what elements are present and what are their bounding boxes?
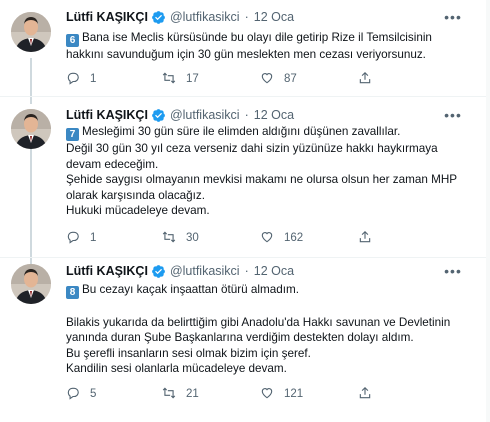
retweet-button[interactable]: 30 xyxy=(162,229,199,247)
separator-dot: · xyxy=(244,10,249,24)
more-icon[interactable]: ••• xyxy=(444,106,462,124)
separator-dot: · xyxy=(244,264,249,278)
number-badge: 8 xyxy=(66,286,79,299)
number-badge: 6 xyxy=(66,34,79,47)
reply-icon xyxy=(66,386,80,403)
reply-icon xyxy=(66,71,80,88)
tweet-line: olarak karşısında olacağız. xyxy=(66,188,206,202)
tweet-line: devam edeceğim. xyxy=(66,157,159,171)
retweet-icon xyxy=(162,71,176,88)
tweet-line: hakkını savunduğum için 30 gün meslekten… xyxy=(66,48,426,61)
author-name[interactable]: Lütfi KAŞIKÇI xyxy=(66,10,148,24)
tweet-date[interactable]: 12 Oca xyxy=(254,108,294,122)
tweet-line: Bu şerefli insanların sesi olmak bizim i… xyxy=(66,346,311,360)
share-icon xyxy=(358,230,372,247)
author-handle[interactable]: @lutfikasikci xyxy=(170,264,240,278)
reply-icon xyxy=(66,230,80,247)
retweet-count: 30 xyxy=(186,232,199,244)
like-button[interactable]: 121 xyxy=(260,385,303,403)
retweet-icon xyxy=(162,230,176,247)
tweet[interactable]: Lütfi KAŞIKÇI @lutfikasikci · 12 Oca •••… xyxy=(0,0,484,96)
like-count: 87 xyxy=(284,73,297,85)
like-button[interactable]: 87 xyxy=(260,70,297,88)
tweet-header: Lütfi KAŞIKÇI @lutfikasikci · 12 Oca xyxy=(66,262,294,280)
retweet-icon xyxy=(162,386,176,403)
retweet-button[interactable]: 17 xyxy=(162,70,199,88)
tweet-line: Hukuki mücadeleye devam. xyxy=(66,204,210,218)
author-handle[interactable]: @lutfikasikci xyxy=(170,108,240,122)
tweet-date[interactable]: 12 Oca xyxy=(254,10,294,24)
like-icon xyxy=(260,386,274,403)
tweet-text: 6 Bana ise Meclis kürsüsünde bu olayı dil… xyxy=(66,30,470,63)
separator-dot: · xyxy=(244,108,249,122)
reply-count: 1 xyxy=(90,232,97,244)
tweet-line: 7 Mesleğimi 30 gün süre ile elimden aldığ… xyxy=(66,124,470,141)
share-button[interactable] xyxy=(358,385,372,403)
retweet-count: 21 xyxy=(186,388,199,400)
tweet-line: 8 Bu cezayı kaçak inşaattan ötürü almadım… xyxy=(66,282,470,299)
avatar[interactable] xyxy=(11,12,51,52)
share-button[interactable] xyxy=(358,229,372,247)
share-icon xyxy=(358,71,372,88)
tweet-header: Lütfi KAŞIKÇI @lutfikasikci · 12 Oca xyxy=(66,106,294,124)
author-handle[interactable]: @lutfikasikci xyxy=(170,10,240,24)
share-icon xyxy=(358,386,372,403)
reply-count: 5 xyxy=(90,388,97,400)
retweet-count: 17 xyxy=(186,73,199,85)
like-button[interactable]: 162 xyxy=(260,229,303,247)
avatar[interactable] xyxy=(11,109,51,149)
like-count: 121 xyxy=(284,388,304,400)
like-icon xyxy=(260,71,274,88)
tweet-text: 8 Bu cezayı kaçak inşaattan ötürü almadım… xyxy=(66,282,470,377)
more-icon[interactable]: ••• xyxy=(444,262,462,280)
scrollbar[interactable] xyxy=(486,0,490,422)
verified-icon xyxy=(151,10,166,25)
author-name[interactable]: Lütfi KAŞIKÇI xyxy=(66,108,148,122)
avatar[interactable] xyxy=(11,264,51,304)
reply-button[interactable]: 1 xyxy=(66,229,96,247)
like-icon xyxy=(260,230,274,247)
number-badge: 7 xyxy=(66,128,79,141)
reply-button[interactable]: 5 xyxy=(66,385,96,403)
tweet-line: Kandilin sesi olanlarla mücadeleye devam… xyxy=(66,362,287,376)
tweet[interactable]: Lütfi KAŞIKÇI @lutfikasikci · 12 Oca •••… xyxy=(0,258,484,422)
verified-icon xyxy=(151,264,166,279)
tweet-header: Lütfi KAŞIKÇI @lutfikasikci · 12 Oca xyxy=(66,8,294,26)
like-count: 162 xyxy=(284,232,304,244)
tweet-text: 7 Mesleğimi 30 gün süre ile elimden aldığ… xyxy=(66,124,470,219)
tweet-line: Şehide saygısı olmayanın mevkisi makamı … xyxy=(66,173,458,187)
tweet-line: Bilakis yukarıda da belirttiğim gibi Ana… xyxy=(66,315,451,329)
reply-count: 1 xyxy=(90,73,97,85)
tweet-date[interactable]: 12 Oca xyxy=(254,264,294,278)
reply-button[interactable]: 1 xyxy=(66,70,96,88)
tweet[interactable]: Lütfi KAŞIKÇI @lutfikasikci · 12 Oca •••… xyxy=(0,97,484,257)
more-icon[interactable]: ••• xyxy=(444,8,462,26)
verified-icon xyxy=(151,108,166,123)
share-button[interactable] xyxy=(358,70,372,88)
author-name[interactable]: Lütfi KAŞIKÇI xyxy=(66,264,148,278)
tweet-line: 6 Bana ise Meclis kürsüsünde bu olayı dil… xyxy=(66,30,470,47)
retweet-button[interactable]: 21 xyxy=(162,385,199,403)
tweet-line: Değil 30 gün 30 yıl ceza verseniz dahi s… xyxy=(66,142,438,155)
tweet-line: yanında duran Şube Başkanlarına verdiğim… xyxy=(66,331,414,345)
